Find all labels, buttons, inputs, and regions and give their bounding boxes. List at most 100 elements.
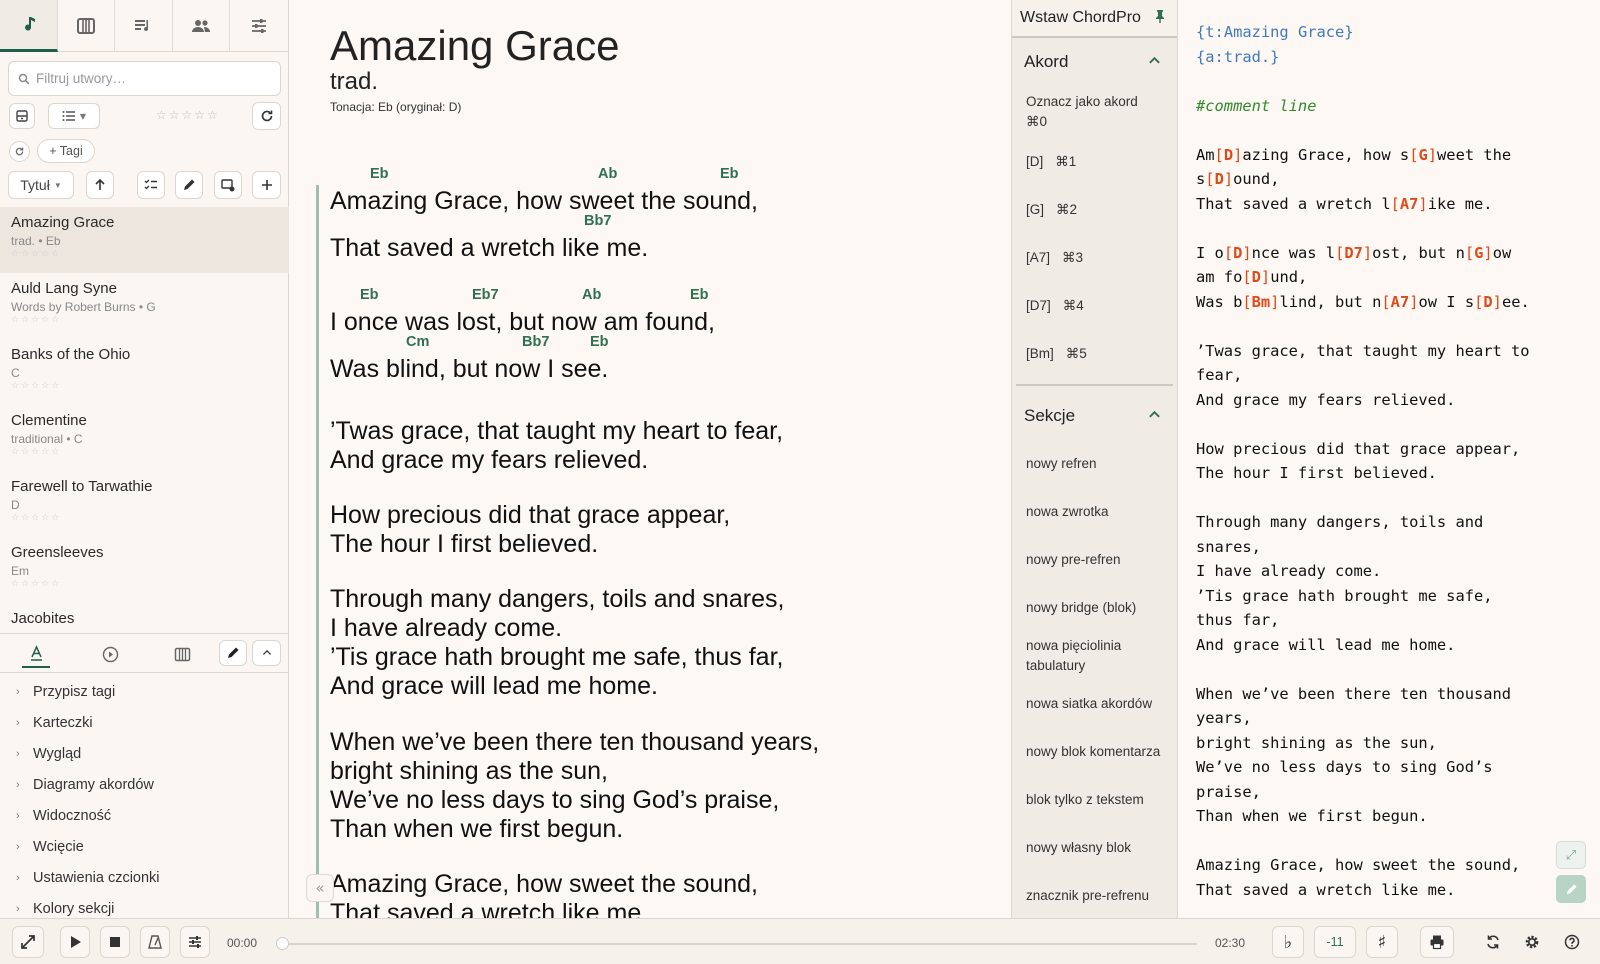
- chord-label[interactable]: Ab: [598, 166, 617, 182]
- tab-playback[interactable]: [96, 640, 124, 668]
- arrow-up-icon: [95, 178, 105, 190]
- settings-button[interactable]: [1516, 926, 1548, 958]
- song-list-item[interactable]: Clementine traditional • C ☆☆☆☆☆: [0, 405, 289, 471]
- insert-section-item[interactable]: blok tylko z tekstem: [1012, 776, 1177, 824]
- song-item-rating[interactable]: ☆☆☆☆☆: [11, 513, 278, 524]
- chord-label[interactable]: Ab: [582, 287, 601, 303]
- sections-header[interactable]: Sekcje: [1012, 392, 1177, 440]
- settings-group-item[interactable]: › Przypisz tagi: [0, 676, 289, 707]
- chord-label[interactable]: Eb: [720, 166, 739, 182]
- edit-song-button[interactable]: [175, 171, 203, 199]
- chord-label[interactable]: Eb: [590, 334, 609, 350]
- pin-icon[interactable]: [1153, 9, 1167, 28]
- song-item-rating[interactable]: ☆☆☆☆☆: [11, 249, 278, 260]
- editor-token: praise,: [1196, 782, 1261, 801]
- transpose-down-button[interactable]: ♭: [1272, 926, 1304, 958]
- insert-chord-item[interactable]: [G] ⌘2: [1012, 186, 1177, 234]
- chordpro-source[interactable]: {t:Amazing Grace} {a:trad.} #comment line A…: [1196, 20, 1596, 902]
- chord-section-header[interactable]: Akord: [1012, 38, 1177, 86]
- playback-progress-knob[interactable]: [276, 937, 289, 950]
- tab-setlists[interactable]: [115, 0, 173, 52]
- add-song-button[interactable]: [252, 171, 281, 199]
- insert-chord-item[interactable]: [Bm] ⌘5: [1012, 330, 1177, 378]
- song-list-item[interactable]: Farewell to Tarwathie D ☆☆☆☆☆: [0, 471, 289, 537]
- tab-chord-diagrams[interactable]: [168, 640, 196, 668]
- tab-users[interactable]: [173, 0, 231, 52]
- collapse-panel-button[interactable]: [252, 640, 281, 666]
- transpose-up-button[interactable]: ♯: [1366, 926, 1398, 958]
- insert-section-item[interactable]: nowy bridge (blok): [1012, 584, 1177, 632]
- chord-label[interactable]: Eb: [370, 166, 389, 182]
- settings-group-item[interactable]: › Widoczność: [0, 800, 289, 831]
- song-item-rating[interactable]: ☆☆☆☆☆: [11, 579, 278, 590]
- insert-chord-item[interactable]: Oznacz jako akord ⌘0: [1012, 86, 1177, 138]
- editor-token: Bm: [1251, 292, 1271, 311]
- chordpro-editor[interactable]: {t:Amazing Grace} {a:trad.} #comment line A…: [1179, 0, 1600, 918]
- chord-label[interactable]: Eb: [690, 287, 709, 303]
- song-list-item[interactable]: Banks of the Ohio C ☆☆☆☆☆: [0, 339, 289, 405]
- song-list-item[interactable]: Jacobites: [0, 603, 289, 632]
- insert-section-item[interactable]: nowy blok komentarza: [1012, 728, 1177, 776]
- multi-select-button[interactable]: [137, 171, 165, 199]
- sync-button[interactable]: [9, 141, 30, 162]
- stop-button[interactable]: [100, 926, 130, 958]
- song-item-rating[interactable]: ☆☆☆☆☆: [11, 447, 278, 458]
- insert-section-item[interactable]: nowa pięciolinia tabulatury: [1012, 632, 1177, 680]
- transpose-value[interactable]: -11: [1314, 926, 1356, 958]
- help-button[interactable]: [1556, 926, 1588, 958]
- settings-group-item[interactable]: › Ustawienia czcionki: [0, 862, 289, 893]
- editor-pencil-button[interactable]: [1556, 875, 1586, 903]
- song-filter-field[interactable]: [8, 61, 281, 96]
- sort-direction-button[interactable]: [86, 171, 114, 199]
- insert-chord-item[interactable]: [D] ⌘1: [1012, 138, 1177, 186]
- insert-section-item[interactable]: nowa siatka akordów: [1012, 680, 1177, 728]
- chord-label[interactable]: Bb7: [584, 213, 611, 229]
- fullscreen-button[interactable]: [12, 926, 44, 958]
- insert-section-item[interactable]: nowa zwrotka: [1012, 488, 1177, 536]
- insert-section-item[interactable]: nowy refren: [1012, 440, 1177, 488]
- insert-section-item[interactable]: nowy pre-refren: [1012, 536, 1177, 584]
- edit-mode-button[interactable]: [219, 640, 247, 666]
- settings-group-item[interactable]: › Wygląd: [0, 738, 289, 769]
- playback-progress-track[interactable]: [276, 937, 1197, 950]
- song-list-item[interactable]: Auld Lang Syne Words by Robert Burns • G ☆…: [0, 273, 289, 339]
- tab-songs[interactable]: [0, 0, 58, 52]
- cycle-button[interactable]: [1477, 926, 1509, 958]
- move-to-collection-button[interactable]: [214, 171, 242, 199]
- piano-icon: [76, 18, 95, 34]
- song-item-rating[interactable]: ☆☆☆☆☆: [11, 315, 278, 326]
- tab-chords[interactable]: [58, 0, 116, 52]
- play-button[interactable]: [60, 926, 90, 958]
- song-filter-input[interactable]: [36, 71, 271, 86]
- song-list-item[interactable]: Greensleeves Em ☆☆☆☆☆: [0, 537, 289, 603]
- chord-label[interactable]: Eb: [360, 287, 379, 303]
- sort-field-dropdown[interactable]: Tytuł ▼: [8, 171, 74, 199]
- chord-label[interactable]: Cm: [406, 334, 429, 350]
- metronome-button[interactable]: [140, 926, 170, 958]
- print-button[interactable]: [1420, 926, 1454, 958]
- tab-settings[interactable]: [230, 0, 288, 52]
- player-bar: 00:00 02:30 ♭ -11 ♯: [0, 918, 1600, 964]
- insert-chord-item[interactable]: [D7] ⌘4: [1012, 282, 1177, 330]
- tab-text-format[interactable]: [22, 640, 50, 668]
- refresh-button[interactable]: [252, 102, 281, 130]
- settings-group-item[interactable]: › Wcięcie: [0, 831, 289, 862]
- insert-section-item[interactable]: znacznik pre-refrenu: [1012, 872, 1177, 920]
- rating-filter[interactable]: ☆☆☆☆☆: [156, 108, 220, 122]
- song-item-rating[interactable]: ☆☆☆☆☆: [11, 381, 278, 392]
- collapse-sidebar-button[interactable]: «: [306, 874, 334, 902]
- expand-editor-button[interactable]: ⤢: [1556, 841, 1586, 869]
- chord-label[interactable]: Bb7: [522, 334, 549, 350]
- view-mode-dropdown[interactable]: ▼: [48, 103, 100, 129]
- editor-token: The hour I first believed.: [1196, 464, 1437, 482]
- song-list-item[interactable]: Amazing Grace trad. • Eb ☆☆☆☆☆: [0, 207, 289, 273]
- archive-button[interactable]: [9, 103, 35, 129]
- settings-group-item[interactable]: › Diagramy akordów: [0, 769, 289, 800]
- tags-button[interactable]: + Tagi: [37, 139, 95, 163]
- insert-chord-item[interactable]: [A7] ⌘3: [1012, 234, 1177, 282]
- settings-group-item[interactable]: › Karteczki: [0, 707, 289, 738]
- chord-label[interactable]: Eb7: [472, 287, 499, 303]
- insert-section-item[interactable]: nowy własny blok: [1012, 824, 1177, 872]
- sidebar: ▼ ☆☆☆☆☆ + Tagi Tytuł ▼: [0, 0, 289, 918]
- mixer-button[interactable]: [180, 926, 210, 958]
